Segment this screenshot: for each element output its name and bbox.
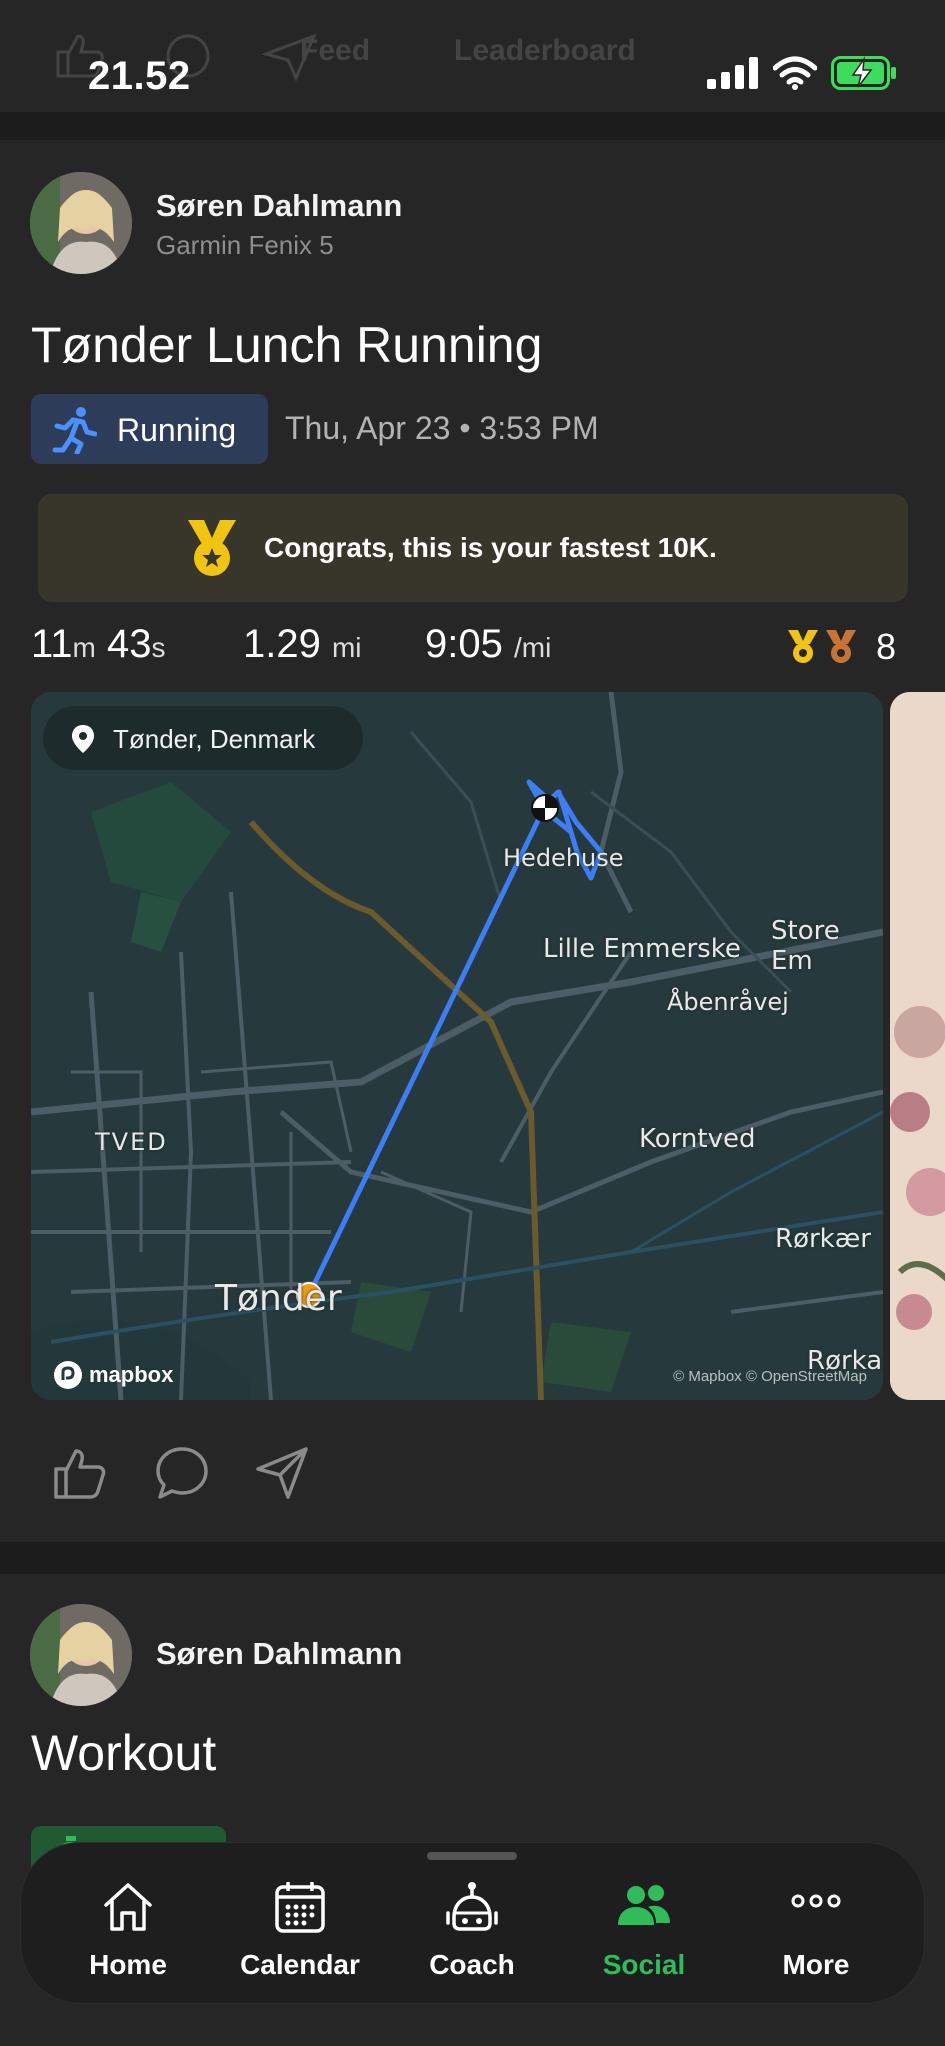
- avatar-photo: [30, 172, 132, 274]
- calendar-icon: [275, 1882, 325, 1933]
- medals-summary[interactable]: 8: [786, 626, 896, 668]
- mapbox-logo-icon: [54, 1361, 82, 1389]
- activity-card[interactable]: Søren Dahlmann Garmin Fenix 5 Tønder Lun…: [0, 140, 945, 1542]
- map-label-korntved: Korntved: [639, 1124, 756, 1154]
- sport-badge: Running: [31, 394, 268, 464]
- workout-title[interactable]: Workout: [31, 1724, 216, 1782]
- tab-feed[interactable]: Feed: [300, 34, 370, 68]
- pace-value: 9:05: [425, 622, 503, 666]
- map-label-hedehuse: Hedehuse: [503, 844, 624, 872]
- running-icon: [52, 407, 97, 454]
- home-icon: [104, 1883, 152, 1931]
- sheet-grabber: [427, 1852, 517, 1860]
- pace-unit: /mi: [513, 632, 552, 663]
- gold-medal-icon: [787, 630, 818, 663]
- photo-thumbnail: [890, 692, 945, 1400]
- map-label-store-em: Store Em: [771, 916, 840, 976]
- clock: 21.52: [88, 54, 191, 98]
- location-pill: Tønder, Denmark: [43, 706, 363, 770]
- map-label-rorkaer: Rørkær: [775, 1224, 871, 1254]
- user-name[interactable]: Søren Dahlmann: [156, 188, 402, 224]
- distance-unit: mi: [331, 632, 362, 663]
- tab-more-label: More: [782, 1949, 850, 1980]
- post-actions: [50, 1445, 310, 1501]
- avatar-photo: [30, 1604, 132, 1706]
- location-pin-icon: [72, 725, 94, 753]
- more-dots-icon: [791, 1894, 841, 1908]
- distance-value: 1.29: [243, 622, 321, 666]
- congrats-text: Congrats, this is your fastest 10K.: [264, 532, 717, 563]
- medal-count: 8: [875, 626, 896, 667]
- sport-label: Running: [117, 412, 237, 448]
- mapbox-logo-text: mapbox: [89, 1362, 174, 1387]
- photo-peek[interactable]: [890, 692, 945, 1400]
- medal-icon: [188, 520, 236, 576]
- wifi-icon: [773, 56, 817, 90]
- seconds-unit: s: [151, 632, 166, 663]
- avatar[interactable]: [30, 172, 132, 274]
- robot-icon: [446, 1882, 498, 1931]
- tab-bar: Home Calendar Coach Social More: [20, 1842, 925, 2004]
- people-icon: [618, 1885, 670, 1925]
- distance-stat: 1.29 mi: [243, 622, 362, 667]
- bronze-medal-icon: [825, 630, 856, 663]
- minutes-unit: m: [72, 632, 96, 663]
- pace-stat: 9:05 /mi: [425, 622, 551, 667]
- status-icons: [707, 56, 897, 90]
- map-label-tonder: Tønder: [215, 1278, 342, 1319]
- battery-charging-icon: [831, 56, 896, 90]
- map-label-lille-emmerske: Lille Emmerske: [543, 934, 741, 964]
- tab-coach-label: Coach: [429, 1949, 515, 1980]
- status-bar: Feed Leaderboard 21.52: [0, 0, 945, 112]
- tab-leaderboard[interactable]: Leaderboard: [454, 34, 636, 68]
- device-name: Garmin Fenix 5: [156, 230, 334, 260]
- tab-home-label: Home: [89, 1949, 167, 1980]
- duration-stat: 11m 43s: [31, 622, 165, 667]
- map-label-abenravej: Åbenråvej: [667, 988, 789, 1016]
- like-icon[interactable]: [50, 1445, 110, 1501]
- tab-home[interactable]: Home: [43, 1843, 213, 2005]
- route-map[interactable]: Tønder, Denmark Hedehuse Lille Emmerske …: [31, 692, 883, 1400]
- duration-seconds: 43: [106, 622, 152, 666]
- user-name[interactable]: Søren Dahlmann: [156, 1636, 402, 1672]
- avatar[interactable]: [30, 1604, 132, 1706]
- location-text: Tønder, Denmark: [113, 724, 316, 754]
- tab-social[interactable]: Social: [559, 1843, 729, 2005]
- mapbox-logo[interactable]: mapbox: [53, 1360, 173, 1390]
- duration-minutes: 11: [31, 622, 73, 666]
- route-finish-marker: [531, 794, 559, 822]
- tab-calendar[interactable]: Calendar: [215, 1843, 385, 2005]
- tab-more[interactable]: More: [731, 1843, 901, 2005]
- map-label-tved: TVED: [95, 1128, 168, 1156]
- map-canvas: [31, 692, 883, 1400]
- activity-datetime: Thu, Apr 23 • 3:53 PM: [285, 410, 599, 446]
- map-attribution[interactable]: © Mapbox © OpenStreetMap: [673, 1368, 867, 1385]
- stats-row: 11m 43s 1.29 mi 9:05 /mi 8: [31, 622, 916, 678]
- comment-icon[interactable]: [154, 1445, 210, 1501]
- share-icon[interactable]: [254, 1445, 310, 1501]
- congrats-banner: Congrats, this is your fastest 10K.: [38, 494, 908, 602]
- tab-calendar-label: Calendar: [240, 1949, 360, 1980]
- tab-coach[interactable]: Coach: [387, 1843, 557, 2005]
- signal-icon: [707, 57, 758, 89]
- tab-social-label: Social: [602, 1949, 686, 1980]
- activity-title[interactable]: Tønder Lunch Running: [31, 316, 542, 374]
